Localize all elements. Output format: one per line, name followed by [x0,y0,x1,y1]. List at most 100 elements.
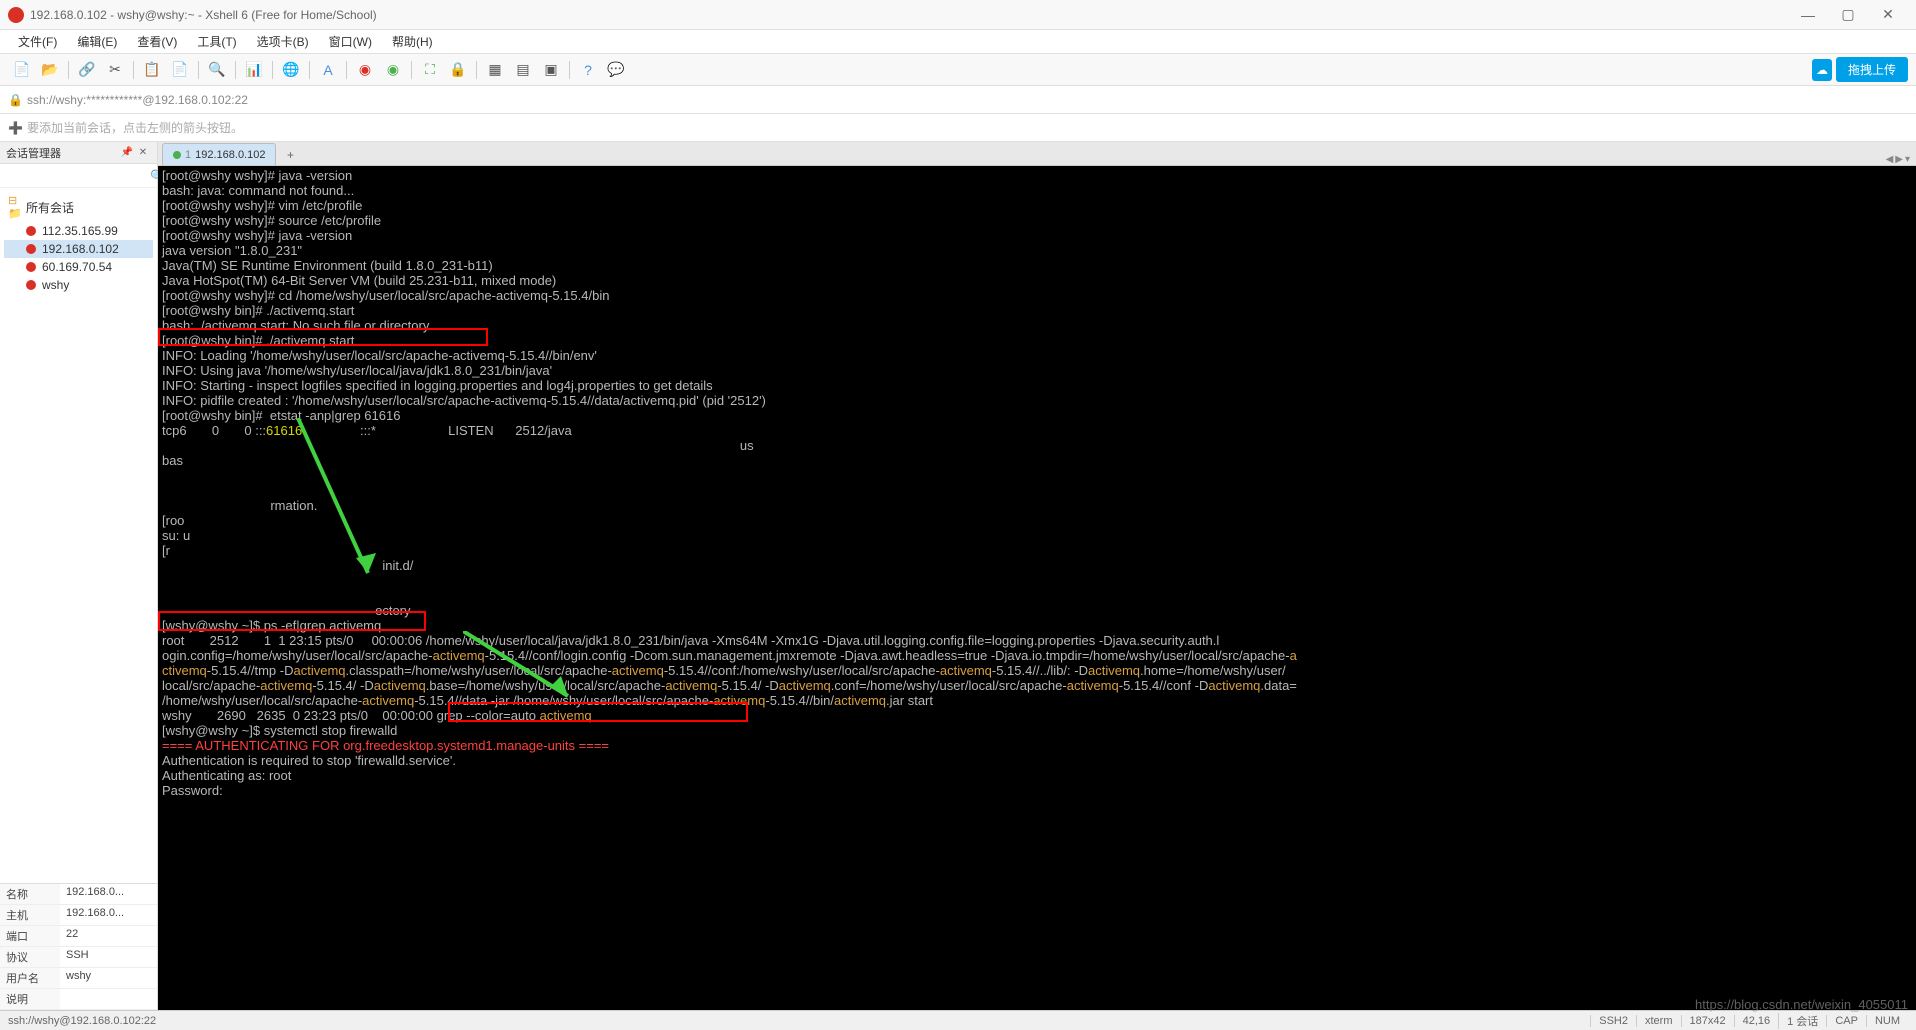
terminal-line: /home/wshy/user/local/src/apache-activem… [162,693,1912,708]
tab-prev-icon[interactable]: ◀ [1886,154,1894,165]
prop-key: 说明 [0,989,60,1009]
tree-root[interactable]: ⊟ 📁 所有会话 [4,192,153,222]
lock-icon[interactable]: 🔒 [446,58,470,82]
font-icon[interactable]: A [316,58,340,82]
new-session-icon[interactable]: 📄 [10,58,34,82]
color1-icon[interactable]: ◉ [353,58,377,82]
panel-header: 会话管理器 📌 ✕ [0,142,157,164]
session-icon [26,226,36,236]
terminal-line: ogin.config=/home/wshy/user/local/src/ap… [162,648,1912,663]
menu-edit[interactable]: 编辑(E) [67,33,127,50]
terminal-line: [wshy@wshy ~]$ systemctl stop firewalld [162,723,1912,738]
status-cap: CAP [1826,1015,1866,1027]
prop-val: 192.168.0... [60,884,157,904]
tile-v-icon[interactable]: ▤ [511,58,535,82]
new-tab-button[interactable]: + [280,145,300,165]
titlebar: 192.168.0.102 - wshy@wshy:~ - Xshell 6 (… [0,0,1916,30]
tab-list-icon[interactable]: ▾ [1905,154,1910,165]
terminal-line [162,588,1912,603]
panel-close-icon[interactable]: ✕ [135,147,151,158]
menu-help[interactable]: 帮助(H) [382,33,443,50]
fullscreen-icon[interactable]: ⛶ [418,58,442,82]
tab-number: 1 [185,149,191,161]
terminal-line: wshy 2690 2635 0 23:23 pts/0 00:00:00 gr… [162,708,1912,723]
terminal-line: bash: ./activemq.start: No such file or … [162,318,1912,333]
session-icon [26,280,36,290]
folder-icon: ⊟ 📁 [8,194,22,220]
menubar: 文件(F) 编辑(E) 查看(V) 工具(T) 选项卡(B) 窗口(W) 帮助(… [0,30,1916,54]
statusbar: ssh://wshy@192.168.0.102:22 SSH2 xterm 1… [0,1010,1916,1030]
tab-next-icon[interactable]: ▶ [1895,154,1903,165]
maximize-button[interactable]: ▢ [1828,0,1868,30]
prop-val: SSH [60,947,157,967]
menu-tab[interactable]: 选项卡(B) [247,33,319,50]
tab-nav: ◀ ▶ ▾ [1886,154,1916,165]
disconnect-icon[interactable]: ✂ [103,58,127,82]
prop-val: wshy [60,968,157,988]
hint-text: 要添加当前会话，点击左侧的箭头按钮。 [27,119,243,136]
help-icon[interactable]: ? [576,58,600,82]
minimize-button[interactable]: — [1788,0,1828,30]
terminal-line: [root@wshy bin]# ./activemq.start [162,303,1912,318]
menu-file[interactable]: 文件(F) [8,33,67,50]
session-item[interactable]: 112.35.165.99 [4,222,153,240]
menu-window[interactable]: 窗口(W) [319,33,382,50]
search-icon[interactable]: 🔍 [205,58,229,82]
prop-key: 名称 [0,884,60,904]
prop-val: 22 [60,926,157,946]
session-item[interactable]: wshy [4,276,153,294]
copy-icon[interactable]: 📋 [140,58,164,82]
add-session-icon[interactable]: ➕ [8,121,23,135]
prop-key: 主机 [0,905,60,925]
panel-title: 会话管理器 [6,145,61,161]
paste-icon[interactable]: 📄 [168,58,192,82]
menu-tools[interactable]: 工具(T) [187,33,246,50]
session-search-input[interactable] [4,168,150,184]
cascade-icon[interactable]: ▣ [539,58,563,82]
session-label: 60.169.70.54 [42,260,112,274]
terminal-line: ectory [162,603,1912,618]
menu-view[interactable]: 查看(V) [127,33,187,50]
terminal-line: Password: [162,783,1912,798]
prop-val [60,989,157,1009]
session-item[interactable]: 60.169.70.54 [4,258,153,276]
terminal-line: [root@wshy bin]# ./activemq start [162,333,1912,348]
terminal-line: Java(TM) SE Runtime Environment (build 1… [162,258,1912,273]
terminal-line: init.d/ [162,558,1912,573]
session-tree: ⊟ 📁 所有会话 112.35.165.99 192.168.0.102 60.… [0,188,157,883]
lock-small-icon: 🔒 [8,93,23,107]
terminal-line: rmation. [162,498,1912,513]
upload-button[interactable]: 拖拽上传 [1836,57,1908,82]
session-search: 🔍 [0,164,157,188]
prop-key: 协议 [0,947,60,967]
session-icon [26,262,36,272]
chat-icon[interactable]: 💬 [604,58,628,82]
reconnect-icon[interactable]: 🔗 [75,58,99,82]
tile-h-icon[interactable]: ▦ [483,58,507,82]
open-icon[interactable]: 📂 [38,58,62,82]
status-sessions: 1 会话 [1778,1013,1826,1029]
status-num: NUM [1866,1015,1908,1027]
main-area: 会话管理器 📌 ✕ 🔍 ⊟ 📁 所有会话 112.35.165.99 192.1… [0,142,1916,1010]
properties-icon[interactable]: 📊 [242,58,266,82]
terminal-line [162,483,1912,498]
app-icon [8,7,24,23]
close-button[interactable]: ✕ [1868,0,1908,30]
window-title: 192.168.0.102 - wshy@wshy:~ - Xshell 6 (… [30,8,1788,22]
watermark: https://blog.csdn.net/weixin_4055011 [1695,997,1908,1012]
terminal-line: [wshy@wshy ~]$ ps -ef|grep activemq [162,618,1912,633]
addressbar[interactable]: 🔒 ssh://wshy:************@192.168.0.102:… [0,86,1916,114]
cloud-icon: ☁ [1812,59,1832,81]
terminal-tab[interactable]: 1 192.168.0.102 [162,143,276,165]
pin-icon[interactable]: 📌 [119,147,135,158]
terminal-line [162,468,1912,483]
prop-key: 端口 [0,926,60,946]
terminal-line: tcp6 0 0 :::61616 :::* LISTEN 2512/java [162,423,1912,438]
globe-icon[interactable]: 🌐 [279,58,303,82]
tabbar: 1 192.168.0.102 + ◀ ▶ ▾ [158,142,1916,166]
session-properties: 名称192.168.0... 主机192.168.0... 端口22 协议SSH… [0,883,157,1010]
terminal[interactable]: [root@wshy wshy]# java -versionbash: jav… [158,166,1916,1010]
color2-icon[interactable]: ◉ [381,58,405,82]
session-item[interactable]: 192.168.0.102 [4,240,153,258]
hintbar: ➕ 要添加当前会话，点击左侧的箭头按钮。 [0,114,1916,142]
